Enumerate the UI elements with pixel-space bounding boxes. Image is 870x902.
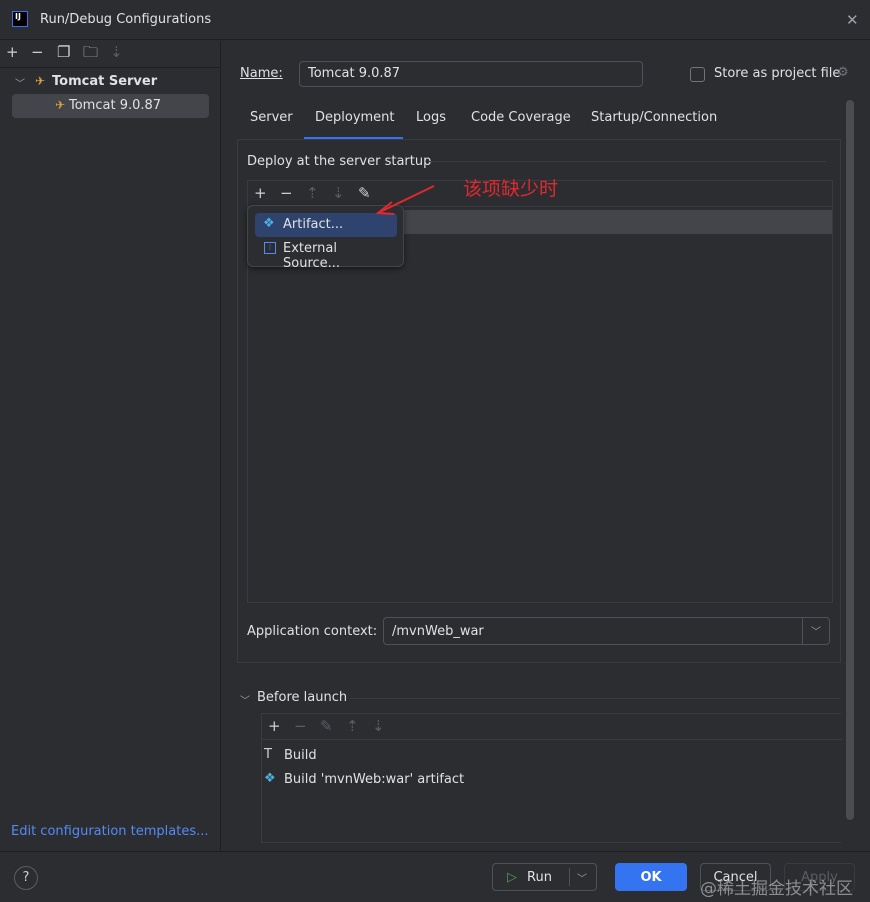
copy-icon[interactable]: ❐ (57, 44, 70, 60)
move-up-icon: ⇡ (346, 717, 359, 735)
add-icon[interactable]: + (254, 185, 267, 201)
menu-item-external-source[interactable]: ⁝ External Source... (255, 237, 397, 271)
deploy-title: Deploy at the server startup (247, 154, 432, 169)
edit-icon: ✎ (320, 717, 333, 735)
tab-logs[interactable]: Logs (416, 110, 446, 125)
play-icon: ▷ (507, 869, 517, 885)
remove-icon[interactable]: − (280, 185, 293, 201)
folder-add-icon[interactable]: 🗀 (83, 44, 98, 60)
name-input[interactable]: Tomcat 9.0.87 (299, 61, 643, 87)
move-down-icon: ⇣ (372, 717, 385, 735)
run-button[interactable]: ▷ Run ﹀ (492, 863, 597, 891)
edit-icon[interactable]: ✎ (358, 185, 371, 201)
tab-deployment[interactable]: Deployment (315, 110, 395, 125)
sort-icon: ⇣ (110, 43, 123, 61)
tree-item-tomcat[interactable]: ✈ Tomcat 9.0.87 (12, 94, 209, 118)
add-icon[interactable]: + (6, 44, 19, 60)
store-checkbox[interactable] (690, 67, 705, 82)
before-launch-item[interactable]: Build 'mvnWeb:war' artifact (284, 772, 464, 787)
annotation-arrow (375, 185, 435, 215)
tomcat-icon: ✈ (35, 74, 46, 88)
remove-icon: − (294, 717, 307, 735)
help-button[interactable]: ? (14, 866, 38, 890)
title-bar: IJ Run/Debug Configurations ✕ (0, 0, 870, 40)
ok-button[interactable]: OK (615, 863, 687, 891)
move-up-icon: ⇡ (306, 184, 319, 202)
remove-icon[interactable]: − (31, 44, 44, 60)
name-label: Name: (240, 66, 283, 81)
add-icon[interactable]: + (268, 718, 281, 734)
before-launch-item[interactable]: Build (284, 748, 317, 763)
chevron-down-icon[interactable]: ﹀ (15, 75, 25, 90)
scrollbar[interactable] (846, 100, 854, 820)
hammer-icon: T (264, 747, 272, 762)
tree-group-tomcat-server[interactable]: Tomcat Server (52, 74, 157, 89)
move-down-icon: ⇣ (332, 184, 345, 202)
intellij-logo-icon: IJ (12, 11, 28, 27)
app-context-combobox[interactable]: /mvnWeb_war ﹀ (383, 617, 830, 645)
app-context-label: Application context: (247, 624, 378, 639)
edit-templates-link[interactable]: Edit configuration templates... (11, 824, 209, 839)
before-launch-list[interactable]: + − ✎ ⇡ ⇣ T Build ❖ Build 'mvnWeb:war' a… (261, 713, 842, 843)
tomcat-icon: ✈ (55, 98, 66, 112)
artifact-icon: ❖ (263, 216, 275, 231)
artifact-build-icon: ❖ (264, 771, 276, 786)
gear-icon[interactable]: ⚙ (837, 65, 849, 80)
chevron-down-icon[interactable]: ﹀ (240, 692, 250, 707)
annotation-text: 该项缺少时 (463, 178, 559, 200)
tab-server[interactable]: Server (250, 110, 293, 125)
store-label: Store as project file (714, 66, 841, 81)
chevron-down-icon[interactable]: ﹀ (577, 870, 587, 885)
before-launch-title[interactable]: Before launch (257, 690, 347, 705)
external-source-icon: ⁝ (264, 242, 276, 254)
left-panel: + − ❐ 🗀 ⇣ ﹀ ✈ Tomcat Server ✈ Tomcat 9.0… (0, 41, 221, 851)
chevron-down-icon[interactable]: ﹀ (811, 623, 821, 638)
window-title: Run/Debug Configurations (40, 12, 212, 27)
watermark: @稀土掘金技术社区 (700, 879, 853, 899)
close-icon[interactable]: ✕ (846, 12, 859, 28)
tab-startup-connection[interactable]: Startup/Connection (591, 110, 717, 125)
tab-code-coverage[interactable]: Code Coverage (471, 110, 571, 125)
